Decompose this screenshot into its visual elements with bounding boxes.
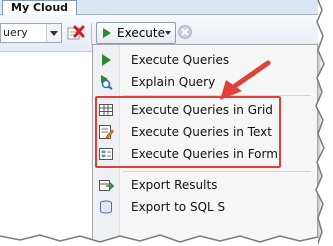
screenshot-canvas: My Cloud uery Execute Execute Queries Ex…: [0, 0, 333, 246]
torn-edge-effect: [0, 0, 333, 246]
